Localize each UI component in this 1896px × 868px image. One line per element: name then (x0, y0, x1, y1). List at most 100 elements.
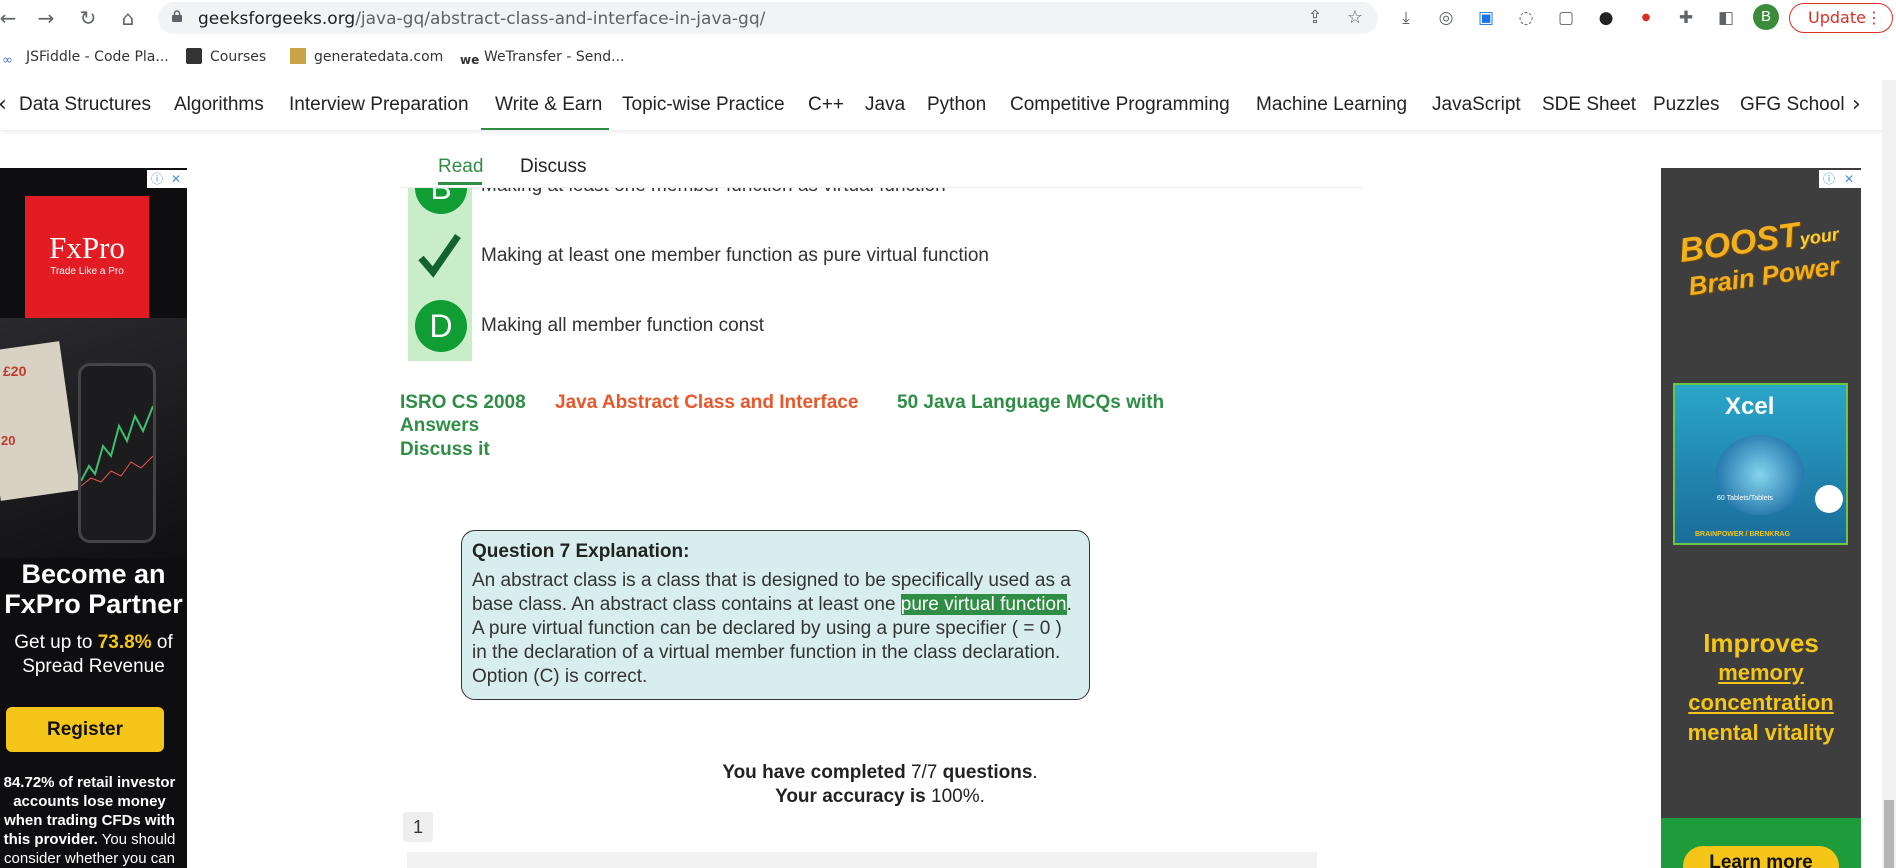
nav-write-earn[interactable]: Write & Earn (495, 94, 602, 116)
tag-mcq[interactable]: 50 Java Language MCQs with (897, 392, 1164, 414)
bottom-section (407, 852, 1317, 868)
share-icon[interactable]: ⇪ (1304, 7, 1326, 29)
seal-icon (1815, 485, 1843, 513)
jsfiddle-icon: ∞ (2, 53, 13, 68)
extension-2-icon[interactable]: ▣ (1474, 6, 1498, 30)
bookmarks-bar: ∞ JSFiddle - Code Pla... Courses generate… (0, 42, 1896, 72)
back-icon[interactable]: ← (0, 4, 22, 32)
avatar[interactable]: B (1753, 4, 1779, 30)
nav-data-structures[interactable]: Data Structures (19, 94, 151, 116)
article-tabs: Read Discuss (400, 144, 1362, 188)
extension-3-icon[interactable]: ◌ (1514, 6, 1538, 30)
ad-right[interactable]: BOOSTyour Brain Power Xcel 60 Tablets/Ta… (1661, 168, 1861, 868)
nav-machine-learning[interactable]: Machine Learning (1256, 94, 1407, 116)
ad-left[interactable]: FxPro Trade Like a Pro £20 20 Become an … (0, 168, 187, 868)
completed-prefix: You have completed (722, 762, 906, 783)
nav-competitive-programming[interactable]: Competitive Programming (1010, 94, 1230, 116)
nav-gfg-school[interactable]: GFG School (1740, 94, 1845, 116)
option-d-marker: D (415, 300, 467, 352)
nav-python[interactable]: Python (927, 94, 986, 116)
boost-your: your (1798, 224, 1840, 250)
nav-algorithms[interactable]: Algorithms (174, 94, 264, 116)
boost-headline: BOOSTyour Brain Power (1667, 211, 1855, 302)
bookmark-courses[interactable]: Courses (186, 46, 266, 68)
nav-java[interactable]: Java (865, 94, 905, 116)
benefit-line-4: mental vitality (1687, 720, 1835, 745)
offer-value: 73.8% (97, 632, 152, 653)
discuss-it-link[interactable]: Discuss it (400, 439, 490, 461)
phone-image: £20 20 (0, 318, 187, 558)
ad-left-headline: Become an FxPro Partner (0, 559, 187, 619)
nav-left-arrow-icon[interactable]: ‹ (0, 92, 7, 117)
update-button[interactable]: Update ⋮ (1789, 3, 1893, 33)
ad-close-icon[interactable]: ✕ (168, 171, 184, 187)
learn-more-button[interactable]: Learn more (1683, 846, 1839, 868)
update-label: Update (1808, 8, 1866, 27)
accuracy-prefix: Your accuracy is (775, 786, 926, 807)
offer-suffix: of (156, 632, 173, 653)
ad-left-headline-2: FxPro Partner (4, 589, 183, 619)
explanation-box: Question 7 Explanation: An abstract clas… (461, 530, 1090, 700)
wetransfer-icon: we (460, 53, 480, 67)
side-panel-icon[interactable]: ◧ (1714, 6, 1738, 30)
extension-4-icon[interactable]: ▢ (1554, 6, 1578, 30)
fxpro-logo: FxPro Trade Like a Pro (25, 196, 149, 318)
nav-topic-wise-practice[interactable]: Topic-wise Practice (622, 94, 785, 116)
tag-mcq-continued[interactable]: Answers (400, 415, 479, 437)
benefit-line-1: Improves (1703, 628, 1819, 658)
record-icon[interactable]: ● (1634, 6, 1658, 30)
xcel-product-box: Xcel 60 Tablets/Tablets BRAINPOWER / BRE… (1673, 383, 1848, 545)
extension-5-icon[interactable]: ● (1594, 6, 1618, 30)
ad-close-icon[interactable]: ✕ (1841, 171, 1857, 187)
nav-right-arrow-icon[interactable]: › (1852, 92, 1861, 117)
puzzle-icon[interactable]: ✚ (1674, 6, 1698, 30)
tab-read[interactable]: Read (438, 156, 483, 178)
download-icon[interactable]: ⤓ (1394, 6, 1418, 30)
ad-info-icon[interactable]: ⓘ (149, 171, 165, 187)
nav-sde-sheet[interactable]: SDE Sheet (1542, 94, 1636, 116)
home-icon[interactable]: ⌂ (114, 4, 142, 32)
bookmark-label: JSFiddle - Code Pla... (26, 49, 169, 65)
ad-left-headline-1: Become an (21, 559, 166, 589)
nav-interview-preparation[interactable]: Interview Preparation (289, 94, 469, 116)
courses-icon (186, 48, 202, 64)
bookmark-wetransfer[interactable]: we WeTransfer - Send... (460, 46, 625, 68)
bookmark-generatedata[interactable]: generatedata.com (290, 46, 443, 68)
offer-line-2: Spread Revenue (22, 656, 165, 677)
fxpro-brand: FxPro (49, 230, 125, 265)
stock-chart-graphic (81, 405, 153, 487)
ad-info-icon[interactable]: ⓘ (1821, 171, 1837, 187)
tag-isro[interactable]: ISRO CS 2008 (400, 392, 526, 414)
nav-cpp[interactable]: C++ (808, 94, 844, 116)
explanation-body: An abstract class is a class that is des… (472, 569, 1079, 689)
menu-dots-icon: ⋮ (1866, 8, 1882, 27)
nav-javascript[interactable]: JavaScript (1432, 94, 1521, 116)
bookmark-label: Courses (210, 49, 267, 65)
forward-icon[interactable]: → (32, 4, 60, 32)
nav-puzzles[interactable]: Puzzles (1653, 94, 1720, 116)
brain-graphic (1715, 435, 1805, 515)
tag-topic[interactable]: Java Abstract Class and Interface (555, 392, 858, 414)
explanation-title: Question 7 Explanation: (472, 541, 690, 562)
scrollbar-thumb[interactable] (1884, 800, 1894, 868)
address-bar[interactable]: geeksforgeeks.org/java-gq/abstract-class… (158, 2, 1378, 34)
benefit-line-2: memory (1718, 660, 1804, 685)
extension-1-icon[interactable]: ◎ (1434, 6, 1458, 30)
gfg-nav: ‹ Data Structures Algorithms Interview P… (0, 80, 1896, 130)
browser-toolbar: ← → ↻ ⌂ geeksforgeeks.org/java-gq/abstra… (0, 0, 1896, 36)
url-path: /java-gq/abstract-class-and-interface-in… (355, 9, 766, 29)
bookmark-jsfiddle[interactable]: ∞ JSFiddle - Code Pla... (2, 46, 169, 68)
option-d-text[interactable]: Making all member function const (481, 315, 764, 337)
tab-discuss[interactable]: Discuss (520, 156, 587, 178)
accuracy-value: 100% (931, 786, 980, 807)
pagination-page[interactable]: 1 (403, 812, 433, 842)
ad-right-footer: Learn more (1661, 818, 1861, 868)
tab-read-indicator (438, 182, 482, 185)
bookmark-label: generatedata.com (314, 49, 444, 65)
fxpro-tagline: Trade Like a Pro (50, 266, 124, 277)
reload-icon[interactable]: ↻ (74, 4, 102, 32)
page-scrollbar[interactable] (1882, 80, 1896, 868)
ad-register-button[interactable]: Register (6, 707, 164, 752)
bookmark-star-icon[interactable]: ☆ (1344, 7, 1366, 29)
option-c-text[interactable]: Making at least one member function as p… (481, 245, 989, 267)
